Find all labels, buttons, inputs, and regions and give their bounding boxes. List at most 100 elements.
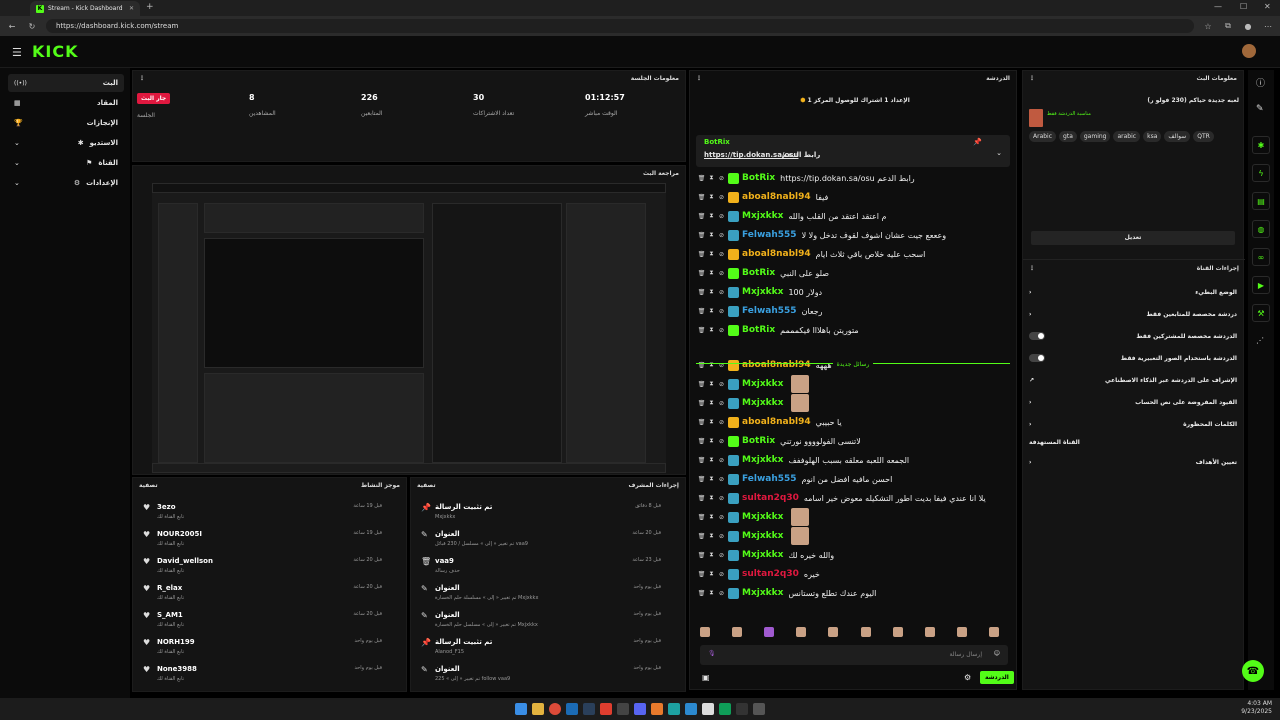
kebab-menu-icon[interactable]: ⋮ [1029,265,1035,272]
emote-icon[interactable] [828,627,839,637]
trash-icon[interactable]: 🗑 [698,251,706,258]
emote-icon[interactable] [988,627,999,637]
setting-target-channel[interactable]: القناة المستهدفة [1029,433,1237,451]
ban-icon[interactable]: ⊘ [718,514,725,521]
ban-icon[interactable]: ⊘ [718,232,725,239]
chat-username[interactable]: Mxjxkkx [742,455,783,465]
kebab-menu-icon[interactable]: ⋮ [1029,75,1035,82]
ban-icon[interactable]: ⊘ [718,327,725,334]
chat-message[interactable]: 🗑 ⧗ ⊘ Mxjxkkx [698,508,1008,526]
ban-icon[interactable]: ⊘ [718,419,725,426]
emoji-icon[interactable]: ☺ [994,650,1000,657]
nav-item-stream[interactable]: ((•)) البث [8,74,124,92]
url-field[interactable]: https://dashboard.kick.com/stream [46,19,1194,33]
emote-icon[interactable] [924,627,935,637]
trash-icon[interactable]: 🗑 [698,175,706,182]
emote-icon[interactable] [732,627,743,637]
chat-username[interactable]: BotRix [742,325,775,335]
app-icon[interactable] [566,703,578,715]
chat-message[interactable]: 🗑 ⧗ ⊘ aboal8nabl94 فيفا [698,188,1008,206]
chat-username[interactable]: sultan2q30 [742,569,799,579]
chat-username[interactable]: Mxjxkkx [742,379,783,389]
rail-button-flash[interactable]: ϟ [1252,164,1270,182]
chat-message[interactable]: 🗑 ⧗ ⊘ Mxjxkkx الجمعه اللعبه معلقه بسبب الهلو… [698,451,1008,469]
chat-username[interactable]: Felwah555 [742,306,797,316]
nav-item-channel[interactable]: ⌄ ⚑ القناة [8,154,124,172]
setting-banned-words[interactable]: › الكلمات المحظورة [1029,415,1237,433]
stream-preview[interactable] [152,183,666,473]
trash-icon[interactable]: 🗑 [698,571,706,578]
chat-message[interactable]: 🗑 ⧗ ⊘ Mxjxkkx والله خيره لك [698,546,1008,564]
timeout-icon[interactable]: ⧗ [708,418,715,426]
timeout-icon[interactable]: ⧗ [708,589,715,597]
pinned-message[interactable]: BotRix https://tip.dokan.sa/osu رابط الد… [696,135,1010,167]
setting-followers-only[interactable]: › دردشة مخصصة للمتابعين فقط [1029,305,1237,323]
chat-username[interactable]: Mxjxkkx [742,512,783,522]
ban-icon[interactable]: ⊘ [718,213,725,220]
chat-message[interactable]: 🗑 ⧗ ⊘ Mxjxkkx [698,375,1008,393]
timeout-icon[interactable]: ⧗ [708,174,715,182]
timeout-icon[interactable]: ⧗ [708,250,715,258]
app-icon[interactable] [702,703,714,715]
gift-icon[interactable]: ▣ [702,673,710,682]
timeout-icon[interactable]: ⧗ [708,437,715,445]
ban-icon[interactable]: ⊘ [718,590,725,597]
app-icon[interactable] [651,703,663,715]
filter-button[interactable]: تصفية [417,482,436,489]
toggle-switch[interactable] [1029,354,1045,362]
ban-icon[interactable]: ⊘ [718,270,725,277]
ban-icon[interactable]: ⊘ [718,308,725,315]
trash-icon[interactable]: 🗑 [698,590,706,597]
ban-icon[interactable]: ⊘ [718,289,725,296]
chat-username[interactable]: Mxjxkkx [742,211,783,221]
star-icon[interactable]: ☆ [1202,22,1214,31]
chat-message[interactable]: 🗑 ⧗ ⊘ aboal8nabl94 يا حبيبي [698,413,1008,431]
kick-logo[interactable]: KICK [32,42,79,61]
setting-ai-moderation[interactable]: ↗ الإشراف على الدردشة عبر الذكاء الاصطناع… [1029,371,1237,389]
toggle-switch[interactable] [1029,332,1045,340]
chat-username[interactable]: BotRix [742,268,775,278]
profile-icon[interactable]: ● [1242,22,1254,31]
window-close-icon[interactable]: ✕ [1264,2,1271,11]
chat-message[interactable]: 🗑 ⧗ ⊘ BotRix متوريتن باهلااا فيكمممم [698,321,1008,339]
ban-icon[interactable]: ⊘ [718,438,725,445]
edit-stream-button[interactable]: تعديل [1031,231,1235,245]
info-icon[interactable]: ⓘ [1256,76,1265,89]
chat-message[interactable]: 🗑 ⧗ ⊘ Felwah555 وعععع جيت عشان اشوف لقوف تدخ… [698,226,1008,244]
rail-button-chat[interactable]: ◍ [1252,220,1270,238]
trash-icon[interactable]: 🗑 [698,514,706,521]
settings-icon[interactable] [753,703,765,715]
nav-item-content[interactable]: ▦ المقاد [8,94,124,112]
chat-username[interactable]: Mxjxkkx [742,398,783,408]
chat-username[interactable]: Mxjxkkx [742,550,783,560]
edge-icon[interactable] [668,703,680,715]
timeout-icon[interactable]: ⧗ [708,269,715,277]
app-icon[interactable] [685,703,697,715]
browser-menu-icon[interactable]: ⋯ [1262,22,1274,31]
timeout-icon[interactable]: ⧗ [708,212,715,220]
ban-icon[interactable]: ⊘ [718,381,725,388]
pencil-icon[interactable]: ✎ [1256,104,1264,114]
timeout-icon[interactable]: ⧗ [708,193,715,201]
rail-button-notes[interactable]: ▤ [1252,192,1270,210]
chat-username[interactable]: Felwah555 [742,230,797,240]
trash-icon[interactable]: 🗑 [698,495,706,502]
back-icon[interactable]: ← [6,22,18,31]
trash-icon[interactable]: 🗑 [698,552,706,559]
setting-subscribers-only[interactable]: الدردشة مخصصة للمشتركين فقط [1029,327,1237,345]
trash-icon[interactable]: 🗑 [698,327,706,334]
rail-button-video[interactable]: ▶ [1252,276,1270,294]
mic-icon[interactable]: 🎙 [708,650,716,657]
chrome-icon[interactable] [549,703,561,715]
windows-start-icon[interactable] [515,703,527,715]
share-icon[interactable]: ⋰ [1256,336,1264,345]
ban-icon[interactable]: ⊘ [718,552,725,559]
chat-message[interactable]: 🗑 ⧗ ⊘ Mxjxkkx [698,527,1008,545]
chat-message[interactable]: 🗑 ⧗ ⊘ BotRix صلو على النبي [698,264,1008,282]
ban-icon[interactable]: ⊘ [718,571,725,578]
chat-message[interactable]: 🗑 ⧗ ⊘ Mxjxkkx م اعتقد اعتقد من القلب والله [698,207,1008,225]
timeout-icon[interactable]: ⧗ [708,570,715,578]
tab-close-icon[interactable]: ✕ [129,5,134,12]
send-chat-button[interactable]: الدردشة [980,671,1014,684]
setting-slow-mode[interactable]: › الوضع البطيء [1029,283,1237,301]
